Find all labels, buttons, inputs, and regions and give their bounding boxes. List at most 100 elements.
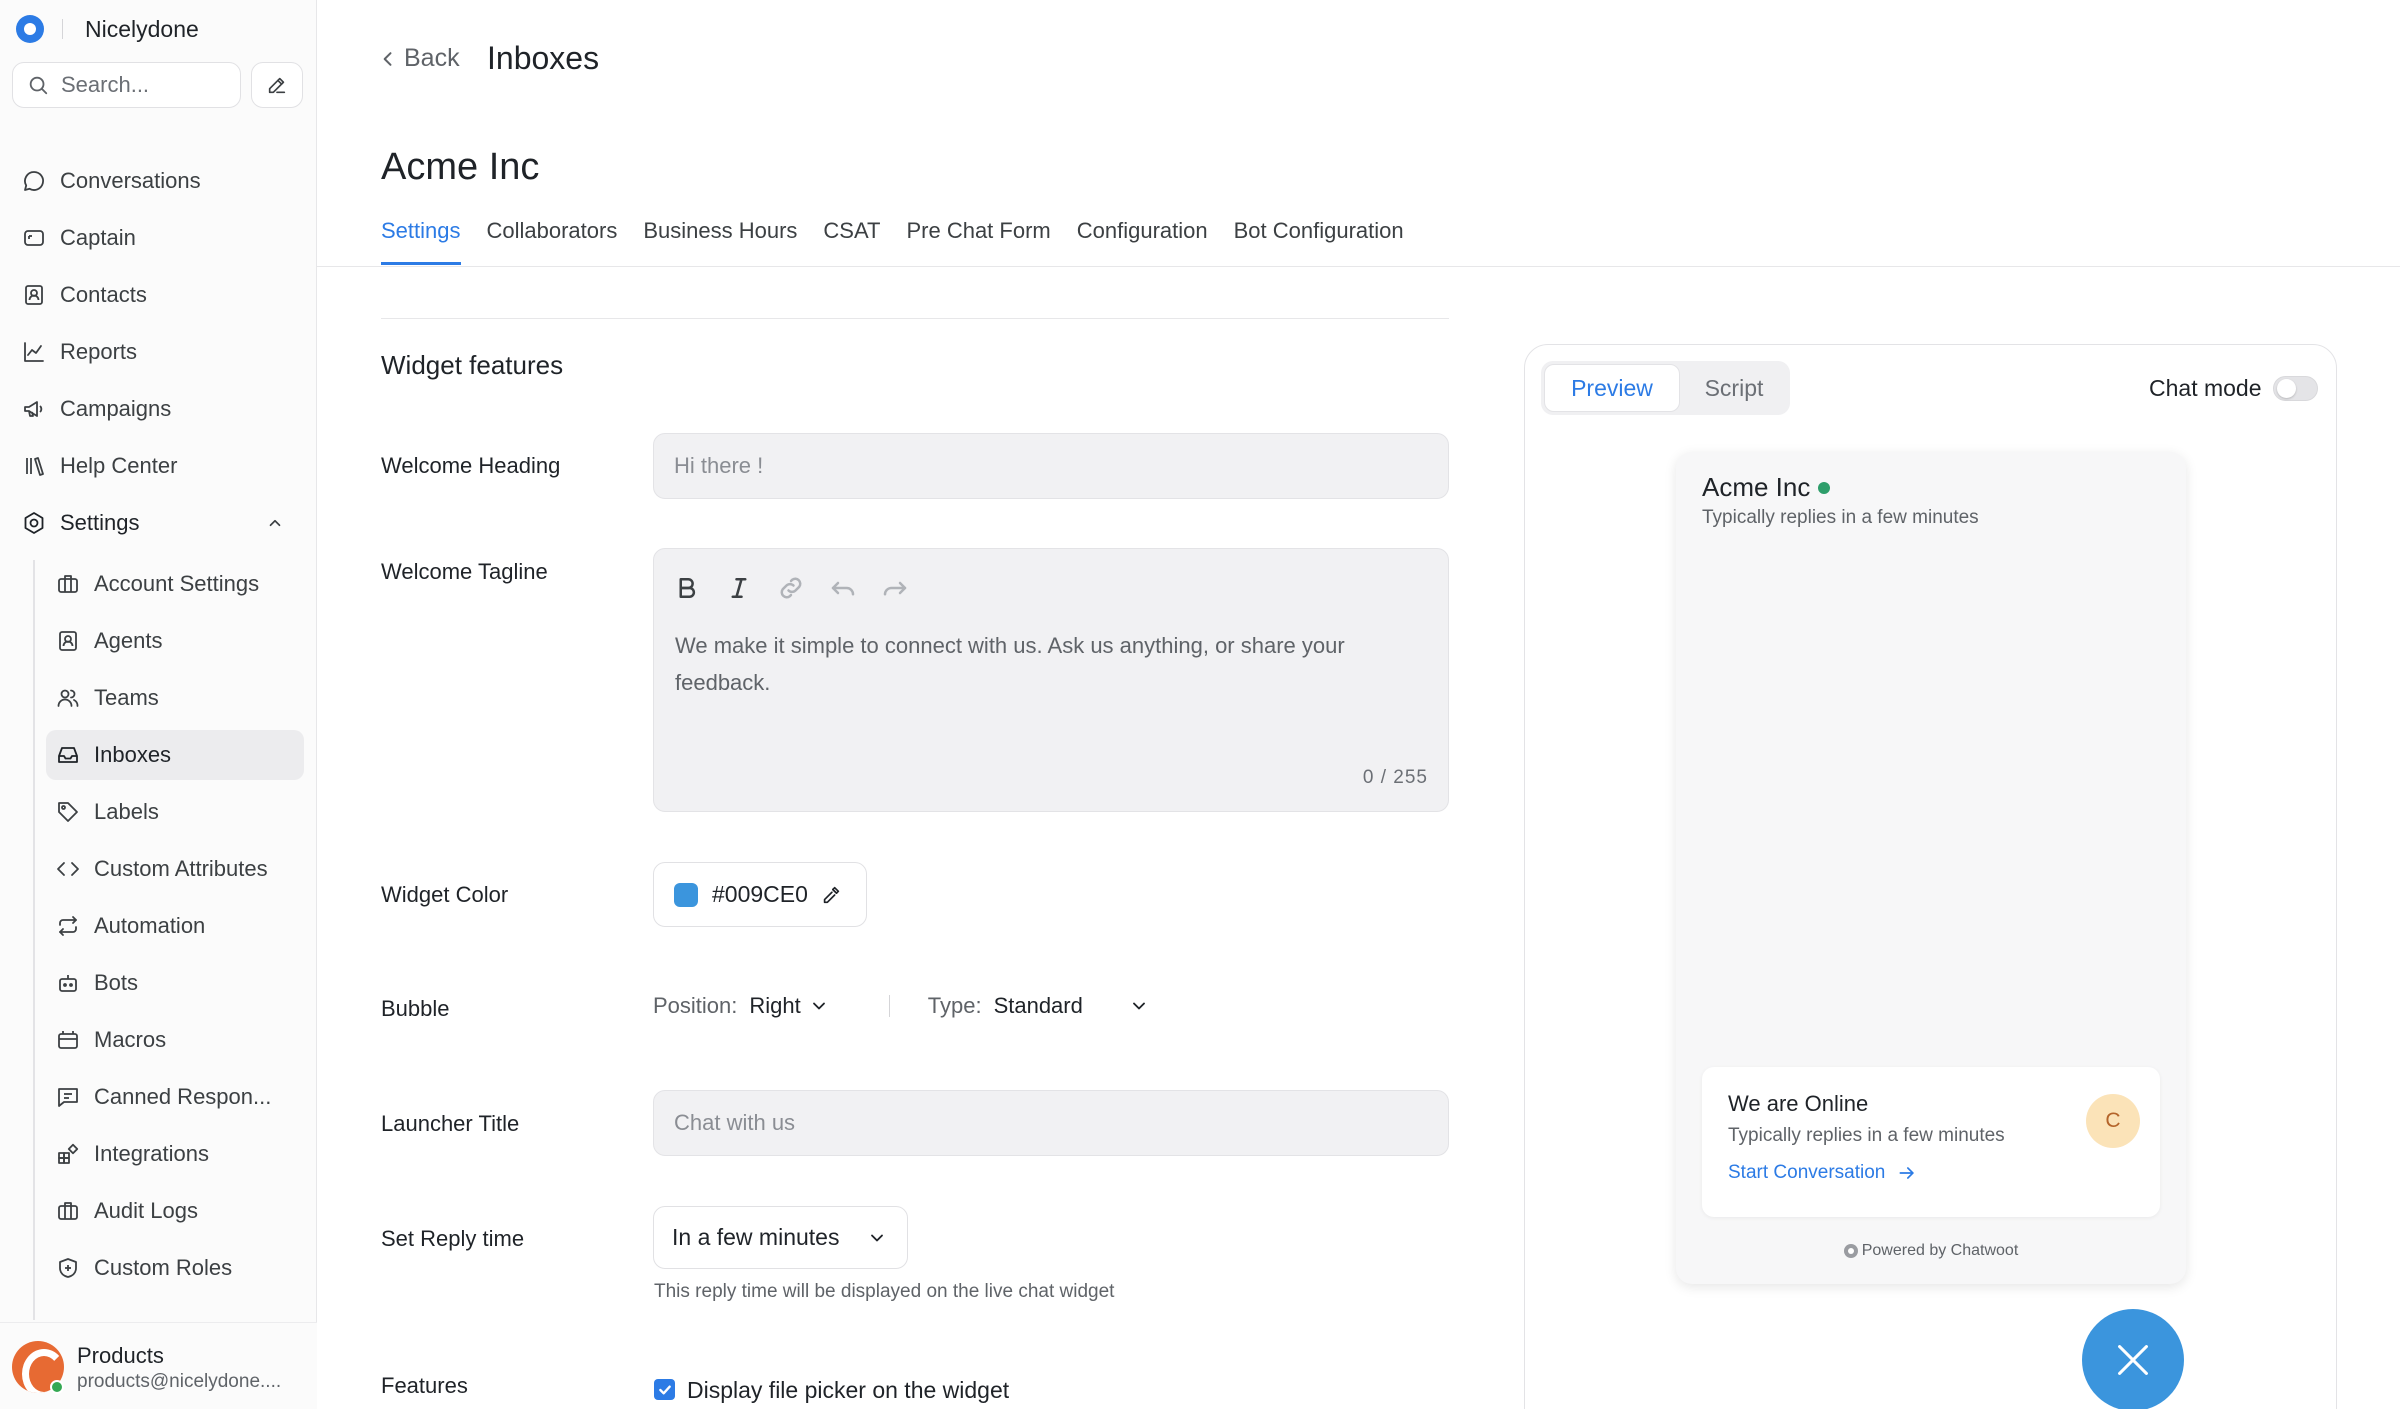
tab-settings[interactable]: Settings bbox=[381, 218, 461, 265]
sidebar-item-label: Settings bbox=[60, 510, 140, 535]
captain-icon bbox=[24, 230, 44, 246]
compose-button[interactable] bbox=[251, 62, 303, 108]
powered-by: Powered by Chatwoot bbox=[1676, 1242, 2186, 1260]
widget-launcher-button[interactable] bbox=[2082, 1309, 2184, 1409]
sidebar-item-inboxes[interactable]: Inboxes bbox=[46, 730, 304, 780]
reply-time-select[interactable]: In a few minutes bbox=[653, 1206, 908, 1269]
sidebar-item-account-settings[interactable]: Account Settings bbox=[46, 559, 304, 609]
sidebar-item-label: Conversations bbox=[60, 168, 201, 193]
sidebar-item-label: Bots bbox=[94, 970, 139, 995]
sidebar-item-label: Macros bbox=[94, 1027, 167, 1052]
tab-bot-configuration[interactable]: Bot Configuration bbox=[1234, 218, 1404, 265]
sidebar-item-macros[interactable]: Macros bbox=[46, 1015, 304, 1065]
tagline-placeholder: We make it simple to connect with us. As… bbox=[675, 633, 1345, 695]
color-swatch bbox=[674, 882, 698, 907]
powered-by-label: Powered by Chatwoot bbox=[1861, 1242, 2019, 1259]
settings-icon bbox=[24, 512, 44, 534]
welcome-tagline-editor[interactable]: We make it simple to connect with us. As… bbox=[653, 548, 1449, 812]
sidebar-item-custom-attributes[interactable]: Custom Attributes bbox=[46, 844, 304, 894]
chevron-down-icon[interactable] bbox=[809, 996, 829, 1016]
search-box[interactable] bbox=[12, 62, 241, 108]
sidebar-item-automation[interactable]: Automation bbox=[46, 901, 304, 951]
tab-configuration[interactable]: Configuration bbox=[1077, 218, 1208, 265]
sidebar-item-label: Campaigns bbox=[60, 396, 172, 421]
link-icon[interactable] bbox=[776, 573, 806, 603]
back-button[interactable]: Back bbox=[378, 44, 460, 73]
section-title: Widget features bbox=[381, 350, 564, 380]
start-conversation-link[interactable]: Start Conversation bbox=[1728, 1162, 1917, 1184]
bubble-settings: Position: Right Type: Standard bbox=[653, 993, 1149, 1019]
sidebar-item-label: Custom Roles bbox=[94, 1255, 233, 1280]
editor-toolbar bbox=[672, 573, 910, 603]
sidebar-item-contacts[interactable]: Contacts bbox=[12, 271, 304, 319]
reply-time-value: In a few minutes bbox=[672, 1224, 840, 1250]
online-indicator-icon bbox=[1818, 481, 1831, 494]
sidebar-item-label: Help Center bbox=[60, 453, 178, 478]
tab-business-hours[interactable]: Business Hours bbox=[643, 218, 797, 265]
launcher-title-label: Launcher Title bbox=[381, 1111, 520, 1136]
card-title: We are Online bbox=[1728, 1091, 1869, 1116]
widget-color-picker[interactable]: #009CE0 bbox=[653, 862, 867, 927]
tab-csat[interactable]: CSAT bbox=[823, 218, 880, 265]
sidebar-item-captain[interactable]: Captain bbox=[12, 214, 304, 262]
search-input[interactable] bbox=[61, 72, 221, 98]
type-select[interactable]: Standard bbox=[994, 993, 1083, 1019]
account-name: Nicelydone bbox=[85, 15, 199, 42]
agent-avatar: C bbox=[2086, 1094, 2140, 1148]
edit-icon bbox=[268, 77, 286, 94]
position-select[interactable]: Right bbox=[749, 993, 800, 1019]
sidebar-item-label: Integrations bbox=[94, 1141, 209, 1166]
agent-icon bbox=[59, 631, 77, 651]
sidebar-item-campaigns[interactable]: Campaigns bbox=[12, 385, 304, 433]
redo-icon[interactable] bbox=[880, 573, 910, 603]
reply-time-help: This reply time will be displayed on the… bbox=[654, 1281, 1115, 1302]
sidebar-item-integrations[interactable]: Integrations bbox=[46, 1129, 304, 1179]
sidebar-item-custom-roles[interactable]: Custom Roles bbox=[46, 1243, 304, 1293]
widget-header: Acme Inc bbox=[1702, 472, 1831, 503]
integrations-icon bbox=[58, 1143, 79, 1164]
undo-icon[interactable] bbox=[828, 573, 858, 603]
sidebar-item-audit-logs[interactable]: Audit Logs bbox=[46, 1186, 304, 1236]
canned-response-icon bbox=[58, 1088, 78, 1107]
reply-time-label: Set Reply time bbox=[381, 1226, 525, 1251]
file-picker-checkbox[interactable] bbox=[654, 1379, 675, 1400]
sidebar-item-help-center[interactable]: Help Center bbox=[12, 442, 304, 490]
sidebar-item-teams[interactable]: Teams bbox=[46, 673, 304, 723]
user-menu[interactable]: Products products@nicelydone.... bbox=[0, 1322, 317, 1409]
sidebar-item-canned-responses[interactable]: Canned Respon... bbox=[46, 1072, 304, 1122]
close-icon bbox=[2118, 1345, 2148, 1375]
page-title: Inboxes bbox=[487, 40, 600, 76]
chevron-down-icon[interactable] bbox=[1129, 996, 1149, 1016]
sidebar-item-reports[interactable]: Reports bbox=[12, 328, 304, 376]
account-switcher[interactable]: Nicelydone bbox=[16, 14, 199, 44]
chevron-left-icon bbox=[383, 51, 392, 66]
sidebar-item-conversations[interactable]: Conversations bbox=[12, 157, 304, 205]
tab-script[interactable]: Script bbox=[1680, 364, 1788, 412]
eyedropper-icon[interactable] bbox=[820, 884, 842, 906]
tab-collaborators[interactable]: Collaborators bbox=[487, 218, 618, 265]
library-icon bbox=[26, 457, 44, 476]
widget-title: Acme Inc bbox=[1702, 472, 1811, 502]
bold-icon[interactable] bbox=[672, 573, 702, 603]
sidebar-item-label: Custom Attributes bbox=[94, 856, 268, 881]
tab-pre-chat-form[interactable]: Pre Chat Form bbox=[906, 218, 1050, 265]
arrow-right-icon bbox=[1899, 1167, 1915, 1179]
italic-icon[interactable] bbox=[724, 573, 754, 603]
sidebar-item-bots[interactable]: Bots bbox=[46, 958, 304, 1008]
sidebar-item-agents[interactable]: Agents bbox=[46, 616, 304, 666]
tag-icon bbox=[58, 802, 78, 822]
sidebar-item-labels[interactable]: Labels bbox=[46, 787, 304, 837]
launcher-title-input[interactable]: Chat with us bbox=[653, 1090, 1449, 1156]
inbox-name: Acme Inc bbox=[381, 146, 540, 188]
tab-preview[interactable]: Preview bbox=[1544, 364, 1680, 412]
chat-mode-toggle[interactable] bbox=[2273, 376, 2318, 401]
sidebar-item-label: Teams bbox=[94, 685, 159, 710]
color-value: #009CE0 bbox=[712, 881, 808, 907]
chevron-up-icon[interactable] bbox=[266, 514, 284, 532]
shield-icon bbox=[59, 1258, 77, 1278]
chatwoot-logo-icon bbox=[1843, 1244, 1858, 1258]
user-email: products@nicelydone.... bbox=[77, 1371, 282, 1392]
welcome-heading-input[interactable]: Hi there ! bbox=[653, 433, 1449, 499]
sidebar-item-settings[interactable]: Settings bbox=[12, 499, 304, 547]
chat-mode-label: Chat mode bbox=[2149, 375, 2262, 401]
